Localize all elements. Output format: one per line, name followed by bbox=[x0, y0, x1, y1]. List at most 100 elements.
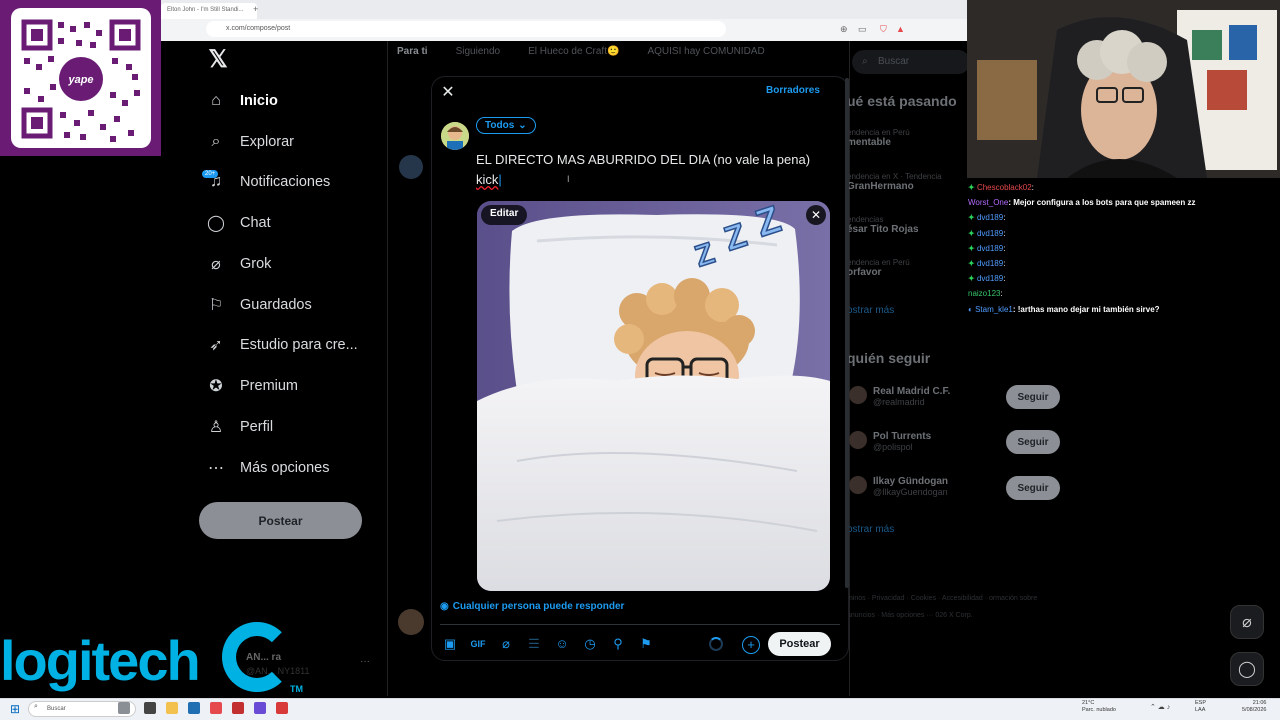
address-bar[interactable]: x.com/compose/post bbox=[206, 21, 726, 37]
follow-button[interactable]: Seguir bbox=[1006, 476, 1060, 500]
show-more-link[interactable]: ostrar más bbox=[847, 524, 894, 535]
brave-icon[interactable] bbox=[210, 702, 222, 714]
system-tray[interactable]: ⌃ ☁ ♪ bbox=[1150, 703, 1170, 711]
more-circle-icon: ⋯ bbox=[208, 460, 224, 477]
compose-textarea[interactable]: EL DIRECTO MAS ABURRIDO DEL DIA (no vale… bbox=[476, 150, 836, 190]
poll-icon: ☰ bbox=[528, 636, 540, 651]
remove-media-icon[interactable]: ✕ bbox=[806, 205, 826, 225]
show-more-link[interactable]: ostrar más bbox=[847, 305, 894, 316]
nav-item-bookmarks[interactable]: ⚐ Guardados bbox=[206, 291, 312, 319]
brave-shield-icon[interactable]: ⛉ bbox=[880, 24, 887, 35]
nav-item-grok[interactable]: ⌀ Grok bbox=[206, 250, 271, 278]
taskbar-app-icon[interactable] bbox=[254, 702, 266, 714]
language-indicator[interactable]: ESP LAA bbox=[1195, 700, 1206, 714]
emoji-icon[interactable]: ☺ bbox=[554, 636, 570, 652]
taskbar-app-icon[interactable] bbox=[232, 702, 244, 714]
taskbar-app-icon[interactable] bbox=[118, 702, 130, 714]
trends-heading: ué está pasando bbox=[847, 93, 957, 109]
tab-for-you[interactable]: Para ti bbox=[397, 46, 428, 70]
chat-message: Worst_One: Mejor configura a los bots pa… bbox=[968, 198, 1196, 208]
follow-button[interactable]: Seguir bbox=[1006, 385, 1060, 409]
attached-image[interactable]: Z Z Z bbox=[477, 201, 830, 591]
avatar[interactable] bbox=[441, 122, 469, 150]
avatar bbox=[849, 431, 867, 449]
nav-item-chat[interactable]: ◯ Chat bbox=[206, 209, 271, 237]
chat-icon: ◯ bbox=[207, 215, 225, 232]
taskbar-app-icon[interactable] bbox=[144, 702, 156, 714]
chat-message: ✦ dvd189: bbox=[968, 228, 1006, 238]
gif-icon[interactable]: GIF bbox=[470, 636, 486, 652]
search-icon: ⌕ bbox=[862, 56, 868, 67]
drafts-button[interactable]: Borradores bbox=[766, 85, 820, 96]
verified-icon: ✪ bbox=[209, 378, 223, 395]
follow-button[interactable]: Seguir bbox=[1006, 430, 1060, 454]
webcam-feed bbox=[967, 0, 1280, 178]
follow-suggestion[interactable]: Pol Turrents @polispol bbox=[849, 431, 931, 452]
folder-icon[interactable] bbox=[166, 702, 178, 714]
grok-float-icon[interactable]: ⌀ bbox=[1230, 605, 1264, 639]
zoom-icon[interactable]: ⊕ bbox=[840, 24, 848, 35]
brave-rewards-icon[interactable]: ▲ bbox=[896, 24, 905, 34]
logitech-logo: logitech bbox=[0, 629, 201, 692]
chevron-down-icon: ⌄ bbox=[518, 120, 527, 131]
trend-item[interactable]: endencia en X · Tendencia GranHermano bbox=[847, 172, 942, 192]
nav-item-profile[interactable]: ♙ Perfil bbox=[206, 413, 273, 441]
x-logo-icon[interactable]: 𝕏 bbox=[206, 48, 230, 72]
nav-label: Perfil bbox=[240, 419, 274, 435]
close-icon[interactable]: ✕ bbox=[440, 82, 456, 101]
grok-icon[interactable]: ⌀ bbox=[498, 636, 514, 652]
footer-links[interactable]: minos · Privacidad · Cookies · Accesibil… bbox=[847, 590, 1047, 624]
image-icon[interactable]: ▣ bbox=[442, 636, 458, 652]
nav-item-more[interactable]: ⋯ Más opciones bbox=[206, 454, 329, 482]
cast-icon[interactable]: ▭ bbox=[858, 24, 867, 35]
chat-message: naizo123: bbox=[968, 289, 1003, 299]
follow-suggestion[interactable]: Ilkay Gündogan @IlkayGuendogan bbox=[849, 476, 948, 497]
search-input[interactable]: Buscar bbox=[852, 50, 970, 74]
follow-suggestion[interactable]: Real Madrid C.F. @realmadrid bbox=[849, 386, 950, 407]
trend-item[interactable]: endencias ésar Tito Rojas bbox=[847, 215, 919, 235]
reply-setting[interactable]: ◉ Cualquier persona puede responder bbox=[440, 601, 624, 612]
logitech-g-icon bbox=[222, 622, 292, 692]
nav-item-creator-studio[interactable]: ➶ Estudio para cre... bbox=[206, 331, 358, 359]
flag-icon[interactable]: ⚑ bbox=[638, 636, 654, 652]
tab-hueco-craft[interactable]: El Hueco de Craft🙂 bbox=[528, 46, 619, 70]
windows-start-icon[interactable]: ⊞ bbox=[10, 702, 20, 716]
taskbar-app-icon[interactable] bbox=[276, 702, 288, 714]
avatar[interactable] bbox=[399, 155, 423, 179]
nav-label: Inicio bbox=[240, 93, 278, 109]
tab-following[interactable]: Siguiendo bbox=[456, 46, 500, 70]
taskbar-clock[interactable]: 21:06 5/08/2026 bbox=[1242, 700, 1266, 714]
browser-tab[interactable]: Elton John - I'm Still Standi... bbox=[161, 3, 257, 19]
weather-widget[interactable]: 21°C Parc. nublado bbox=[1082, 700, 1116, 714]
add-post-icon[interactable]: + bbox=[742, 636, 760, 654]
chat-message: ✦ dvd189: bbox=[968, 274, 1006, 284]
location-icon[interactable]: ⚲ bbox=[610, 636, 626, 652]
post-button[interactable]: Postear bbox=[768, 632, 831, 656]
tab-aquisi-comunidad[interactable]: AQUISI hay COMUNIDAD bbox=[647, 46, 764, 70]
new-tab-button[interactable]: + bbox=[253, 4, 258, 14]
trend-item[interactable]: endencia en Perú orfavor bbox=[847, 258, 910, 278]
nav-item-home[interactable]: ⌂ Inicio bbox=[206, 87, 278, 115]
sidebar-post-button[interactable]: Postear bbox=[199, 502, 362, 539]
avatar-image bbox=[441, 122, 469, 150]
audience-selector[interactable]: Todos ⌄ bbox=[476, 117, 536, 134]
more-icon[interactable]: ··· bbox=[360, 656, 370, 667]
messages-float-icon[interactable]: ◯ bbox=[1230, 652, 1264, 686]
nav-item-premium[interactable]: ✪ Premium bbox=[206, 372, 298, 400]
avatar[interactable] bbox=[398, 609, 424, 635]
nav-label: Chat bbox=[240, 215, 271, 231]
character-count-ring bbox=[709, 637, 723, 651]
trend-item[interactable]: endencia en Perú mentable bbox=[847, 128, 910, 148]
audience-label: Todos bbox=[485, 120, 515, 131]
person-icon: ♙ bbox=[208, 419, 224, 436]
browser-tabbar: Elton John - I'm Still Standi... + bbox=[161, 0, 967, 19]
taskbar-app-icon[interactable] bbox=[188, 702, 200, 714]
rocket-icon: ➶ bbox=[209, 337, 223, 354]
nav-label: Estudio para cre... bbox=[240, 337, 358, 353]
nav-item-explore[interactable]: ⌕ Explorar bbox=[206, 128, 294, 156]
nav-item-notifications[interactable]: ♫ Notificaciones bbox=[206, 168, 330, 196]
schedule-icon[interactable]: ◷ bbox=[582, 636, 598, 652]
edit-media-button[interactable]: Editar bbox=[481, 205, 528, 225]
chat-message: ✦ dvd189: bbox=[968, 213, 1006, 223]
scrollbar[interactable] bbox=[845, 78, 849, 588]
